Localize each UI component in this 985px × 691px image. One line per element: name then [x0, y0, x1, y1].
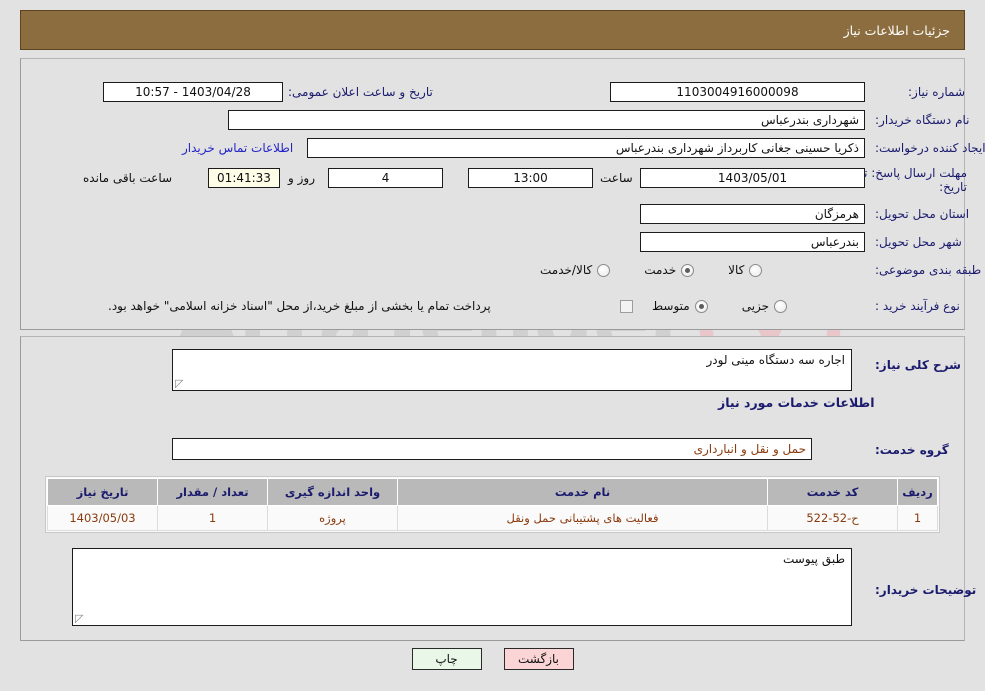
category-radio-1[interactable]	[681, 263, 695, 277]
category-option-0[interactable]: کالا	[728, 263, 763, 277]
table-column-header: نام خدمت	[397, 478, 768, 506]
table-cell-radif: 1	[897, 505, 938, 531]
deadline-label-line1: مهلت ارسال پاسخ: تا	[860, 166, 967, 180]
process-type-label: نوع فرآیند خرید :	[875, 299, 960, 313]
process-option-0[interactable]: جزیی	[741, 299, 788, 313]
treasury-docs-text: پرداخت تمام یا بخشی از مبلغ خرید،از محل …	[108, 299, 491, 313]
announce-datetime-label: تاریخ و ساعت اعلان عمومی:	[288, 85, 433, 99]
deadline-label-line2: تاریخ:	[939, 180, 967, 194]
deadline-date-field[interactable]: 1403/05/01	[640, 168, 865, 188]
buyer-org-label: نام دستگاه خریدار:	[875, 113, 970, 127]
process-option-1[interactable]: متوسط	[652, 299, 708, 313]
process-radio-0[interactable]	[774, 299, 788, 313]
resize-grip-icon[interactable]: ◹	[175, 377, 185, 390]
category-radio-0[interactable]	[749, 263, 763, 277]
remaining-days-field[interactable]: 4	[328, 168, 443, 188]
deadline-time-field[interactable]: 13:00	[468, 168, 593, 188]
resize-grip-icon-2[interactable]: ◹	[75, 612, 85, 625]
delivery-province-field[interactable]: هرمزگان	[640, 204, 865, 224]
general-description-value: اجاره سه دستگاه مینی لودر	[706, 353, 846, 367]
deadline-time-label: ساعت	[600, 171, 633, 185]
process-label-1: متوسط	[652, 299, 690, 313]
remaining-days-label: روز و	[288, 171, 315, 185]
deadline-label-block: مهلت ارسال پاسخ: تا تاریخ:	[860, 166, 967, 194]
services-table-container: ردیف کد خدمت نام خدمت واحد اندازه گیری تعداد…	[45, 476, 940, 533]
action-button-bar: بازگشت چاپ	[0, 648, 985, 670]
general-description-label: شرح کلی نیاز:	[875, 358, 961, 372]
process-label-0: جزیی	[741, 299, 770, 313]
need-number-field[interactable]: 1103004916000098	[610, 82, 865, 102]
services-table: ردیف کد خدمت نام خدمت واحد اندازه گیری تعداد…	[47, 478, 938, 531]
delivery-province-label: استان محل تحویل:	[875, 207, 970, 221]
countdown-timer: 01:41:33	[208, 168, 280, 188]
back-button[interactable]: بازگشت	[503, 648, 574, 670]
buyer-notes-value: طبق پیوست	[783, 552, 845, 566]
page-title: جزئیات اطلاعات نیاز	[843, 22, 950, 38]
need-number-label: شماره نیاز:	[908, 85, 965, 99]
table-column-header: ردیف	[897, 478, 938, 506]
table-column-header: واحد اندازه گیری	[267, 478, 398, 506]
table-cell-name: فعالیت های پشتیبانی حمل ونقل	[397, 505, 768, 531]
table-cell-qty: 1	[157, 505, 268, 531]
category-label-0: کالا	[728, 263, 745, 277]
buyer-org-field[interactable]: شهرداری بندرعباس	[228, 110, 865, 130]
process-radio-group[interactable]: جزیی متوسط	[652, 296, 788, 316]
buyer-notes-textarea[interactable]: طبق پیوست ◹	[72, 548, 852, 626]
category-radio-group[interactable]: کالا خدمت کالا/خدمت	[540, 260, 763, 280]
buyer-contact-link[interactable]: اطلاعات تماس خریدار	[182, 141, 293, 155]
general-description-textarea[interactable]: اجاره سه دستگاه مینی لودر ◹	[172, 349, 852, 391]
category-option-2[interactable]: کالا/خدمت	[540, 263, 611, 277]
table-row[interactable]: 1 ح-52-522 فعالیت های پشتیبانی حمل ونقل پرو…	[47, 505, 938, 531]
remaining-hours-label: ساعت باقی مانده	[83, 171, 173, 185]
service-group-label: گروه خدمت:	[875, 443, 949, 457]
category-radio-2[interactable]	[597, 263, 611, 277]
category-label-1: خدمت	[644, 263, 677, 277]
request-creator-field[interactable]: ذکریا حسینی جغانی کاربرداز شهرداری بندرع…	[307, 138, 865, 158]
service-group-field[interactable]: حمل و نقل و انبارداری	[172, 438, 812, 460]
category-label: طبقه بندی موضوعی:	[875, 263, 982, 277]
buyer-notes-label: توضیحات خریدار:	[875, 583, 977, 597]
delivery-city-field[interactable]: بندرعباس	[640, 232, 865, 252]
table-cell-date: 1403/05/03	[47, 505, 158, 531]
print-button[interactable]: چاپ	[411, 648, 482, 670]
announce-datetime-field[interactable]: 1403/04/28 - 10:57	[103, 82, 283, 102]
table-cell-unit: پروژه	[267, 505, 398, 531]
process-radio-1[interactable]	[694, 299, 708, 313]
table-body: 1 ح-52-522 فعالیت های پشتیبانی حمل ونقل پرو…	[47, 505, 938, 531]
request-creator-label: ایجاد کننده درخواست:	[875, 141, 985, 155]
page-title-bar: جزئیات اطلاعات نیاز	[20, 10, 965, 50]
delivery-city-label: شهر محل تحویل:	[875, 235, 962, 249]
services-section-heading: اطلاعات خدمات مورد نیاز	[718, 395, 875, 410]
page-root: ArtaTender جزئیات اطلاعات نیاز شماره نیا…	[0, 0, 985, 691]
table-header-row: ردیف کد خدمت نام خدمت واحد اندازه گیری تعداد…	[47, 478, 938, 506]
table-cell-code: ح-52-522	[767, 505, 898, 531]
table-column-header: تاریخ نیاز	[47, 478, 158, 506]
category-option-1[interactable]: خدمت	[644, 263, 695, 277]
table-column-header: تعداد / مقدار	[157, 478, 268, 506]
category-label-2: کالا/خدمت	[540, 263, 593, 277]
table-column-header: کد خدمت	[767, 478, 898, 506]
treasury-docs-checkbox[interactable]	[620, 299, 633, 313]
